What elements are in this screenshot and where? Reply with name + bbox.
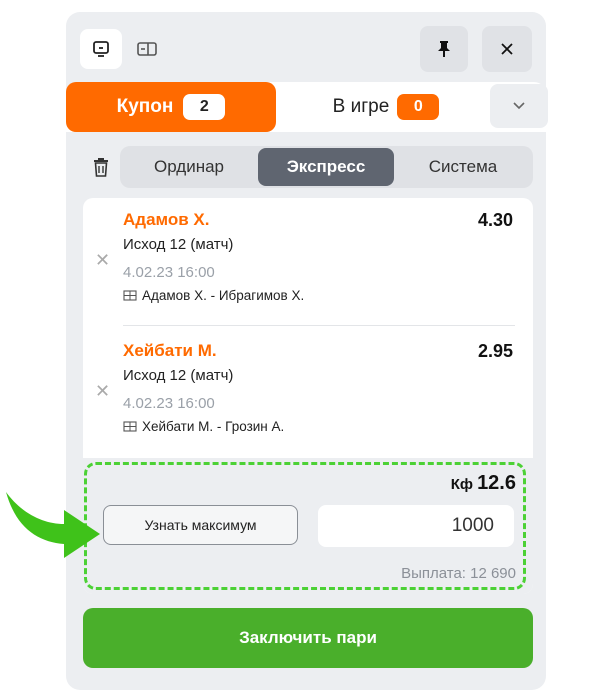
bet-date: 4.02.23 16:00 [123, 395, 215, 412]
payout-text: Выплата: 12 690 [401, 565, 516, 582]
collapse-button[interactable] [490, 84, 548, 128]
bet-odd: 4.30 [477, 210, 513, 230]
tab-in-game[interactable]: В игре 0 [296, 82, 476, 132]
close-button[interactable] [482, 26, 532, 72]
chevron-down-icon [513, 102, 525, 110]
bet-participant: Адамов Х. [123, 210, 210, 229]
view-mode-button-panel[interactable] [126, 29, 168, 69]
clear-coupon-button[interactable] [86, 150, 116, 184]
bet-match-label: Адамов Х. - Ибрагимов Х. [142, 288, 305, 303]
tab-in-game-label: В игре [332, 96, 390, 117]
coefficient-value: 12.6 [477, 472, 516, 494]
bet-type-single[interactable]: Ординар [120, 148, 258, 186]
bet-outcome: Исход 12 (матч) [123, 236, 234, 253]
table-tennis-icon [123, 289, 137, 301]
bet-type-system[interactable]: Система [394, 148, 532, 186]
pin-icon [438, 41, 450, 57]
bet-item: ✕ Адамов Х. 4.30 Исход 12 (матч) 4.02.23… [83, 198, 533, 316]
trash-icon [94, 158, 108, 177]
bet-match: Адамов Х. - Ибрагимов Х. [123, 288, 304, 303]
divider [123, 325, 515, 326]
bet-type-selector: Ординар Экспресс Система [120, 146, 533, 188]
find-max-button[interactable]: Узнать максимум [103, 505, 298, 545]
view-switcher [80, 29, 168, 69]
total-coefficient: Кф 12.6 [451, 472, 516, 495]
close-icon [501, 43, 513, 55]
bet-type-express[interactable]: Экспресс [258, 148, 394, 186]
remove-bet-icon[interactable]: ✕ [95, 381, 110, 402]
bet-item: ✕ Хейбати М. 2.95 Исход 12 (матч) 4.02.2… [83, 329, 533, 447]
bet-odd: 2.95 [477, 341, 513, 361]
table-tennis-icon [123, 420, 137, 432]
coefficient-label: Кф [450, 476, 474, 493]
bet-outcome: Исход 12 (матч) [123, 367, 234, 384]
view-mode-button-compact[interactable] [80, 29, 122, 69]
pin-button[interactable] [420, 26, 468, 72]
bet-match-label: Хейбати М. - Грозин А. [142, 419, 285, 434]
bet-date: 4.02.23 16:00 [123, 264, 215, 281]
tab-coupon[interactable]: Купон 2 [66, 82, 276, 132]
place-bet-button[interactable]: Заключить пари [83, 608, 533, 668]
in-game-count-badge: 0 [397, 94, 440, 120]
arrow-pointer-icon [6, 492, 100, 558]
tab-coupon-label: Купон [116, 96, 174, 117]
stake-input[interactable]: 1000 [318, 505, 514, 547]
bet-participant: Хейбати М. [123, 341, 217, 360]
coupon-count-badge: 2 [183, 94, 226, 120]
remove-bet-icon[interactable]: ✕ [95, 250, 110, 271]
panel-icon [137, 42, 157, 56]
monitor-icon [93, 41, 109, 57]
bet-match: Хейбати М. - Грозин А. [123, 419, 284, 434]
